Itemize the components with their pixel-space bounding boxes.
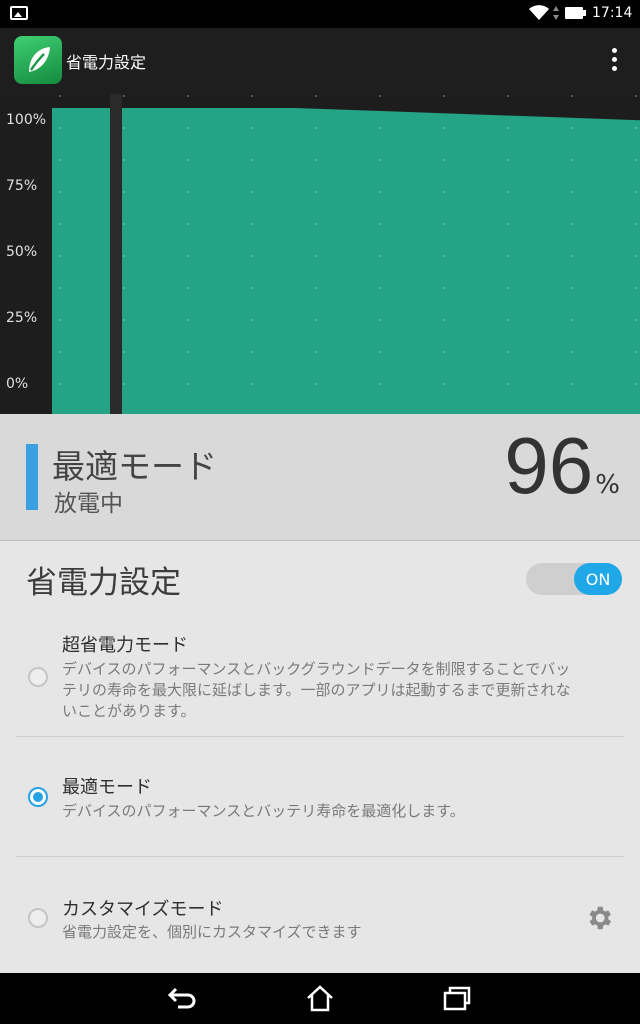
charge-state: 放電中 [54, 491, 123, 517]
more-vert-icon[interactable] [606, 48, 622, 74]
app-title: 省電力設定 [66, 53, 147, 72]
battery-percent-value: 96 [504, 421, 594, 510]
option-ultra-saving[interactable]: 超省電力モード デバイスのパフォーマンスとバックグラウンドデータを制限することで… [0, 627, 640, 735]
battery-icon [565, 7, 586, 19]
data-arrows-icon [553, 6, 559, 20]
radio-optimized[interactable] [28, 787, 48, 807]
power-saving-toggle[interactable]: ON [526, 563, 622, 595]
settings-title: 省電力設定 [26, 565, 181, 601]
recents-icon[interactable] [440, 983, 474, 1013]
wifi-icon [529, 5, 549, 20]
option-title: 最適モード [62, 777, 152, 798]
current-mode-panel: 最適モード 放電中 96% [0, 414, 640, 541]
option-description: デバイスのパフォーマンスとバックグラウンドデータを制限することでバッテリの寿命を… [62, 660, 571, 720]
status-bar: 17:14 [0, 0, 640, 28]
battery-percent: 96% [504, 420, 620, 512]
y-tick-label: 100% [6, 112, 47, 128]
leaf-icon [14, 36, 62, 84]
back-icon[interactable] [166, 983, 200, 1013]
battery-area-chart [52, 94, 640, 414]
app-bar: 省電力設定 [0, 28, 640, 94]
divider [16, 736, 624, 737]
battery-percent-unit: % [595, 470, 620, 500]
home-icon[interactable] [303, 983, 337, 1013]
option-custom[interactable]: カスタマイズモード 省電力設定を、個別にカスタマイズできます [0, 893, 640, 953]
option-description: デバイスのパフォーマンスとバッテリ寿命を最適化します。 [62, 802, 465, 820]
chart-gap [110, 94, 122, 414]
toggle-label: ON [574, 563, 622, 595]
battery-chart: 100% 75% 50% 25% 0% [0, 94, 640, 414]
chart-area-series [122, 108, 640, 414]
gallery-notification-icon [10, 6, 28, 20]
option-optimized[interactable]: 最適モード デバイスのパフォーマンスとバッテリ寿命を最適化します。 [0, 771, 640, 841]
option-title: カスタマイズモード [62, 899, 224, 920]
mode-accent-bar [26, 444, 38, 510]
y-tick-label: 0% [6, 376, 29, 392]
y-tick-label: 75% [6, 178, 38, 194]
y-tick-label: 25% [6, 310, 38, 326]
option-description: 省電力設定を、個別にカスタマイズできます [62, 923, 362, 941]
gear-icon[interactable] [584, 903, 614, 933]
radio-ultra-saving[interactable] [28, 667, 48, 687]
clock: 17:14 [592, 5, 633, 21]
chart-area-segment [52, 108, 110, 414]
divider [16, 856, 624, 857]
current-mode-name: 最適モード [52, 447, 217, 486]
navigation-bar [0, 973, 640, 1024]
radio-custom[interactable] [28, 908, 48, 928]
option-title: 超省電力モード [62, 635, 188, 656]
power-settings-section: 省電力設定 ON 超省電力モード デバイスのパフォーマンスとバックグラウンドデー… [0, 541, 640, 973]
y-tick-label: 50% [6, 244, 38, 260]
